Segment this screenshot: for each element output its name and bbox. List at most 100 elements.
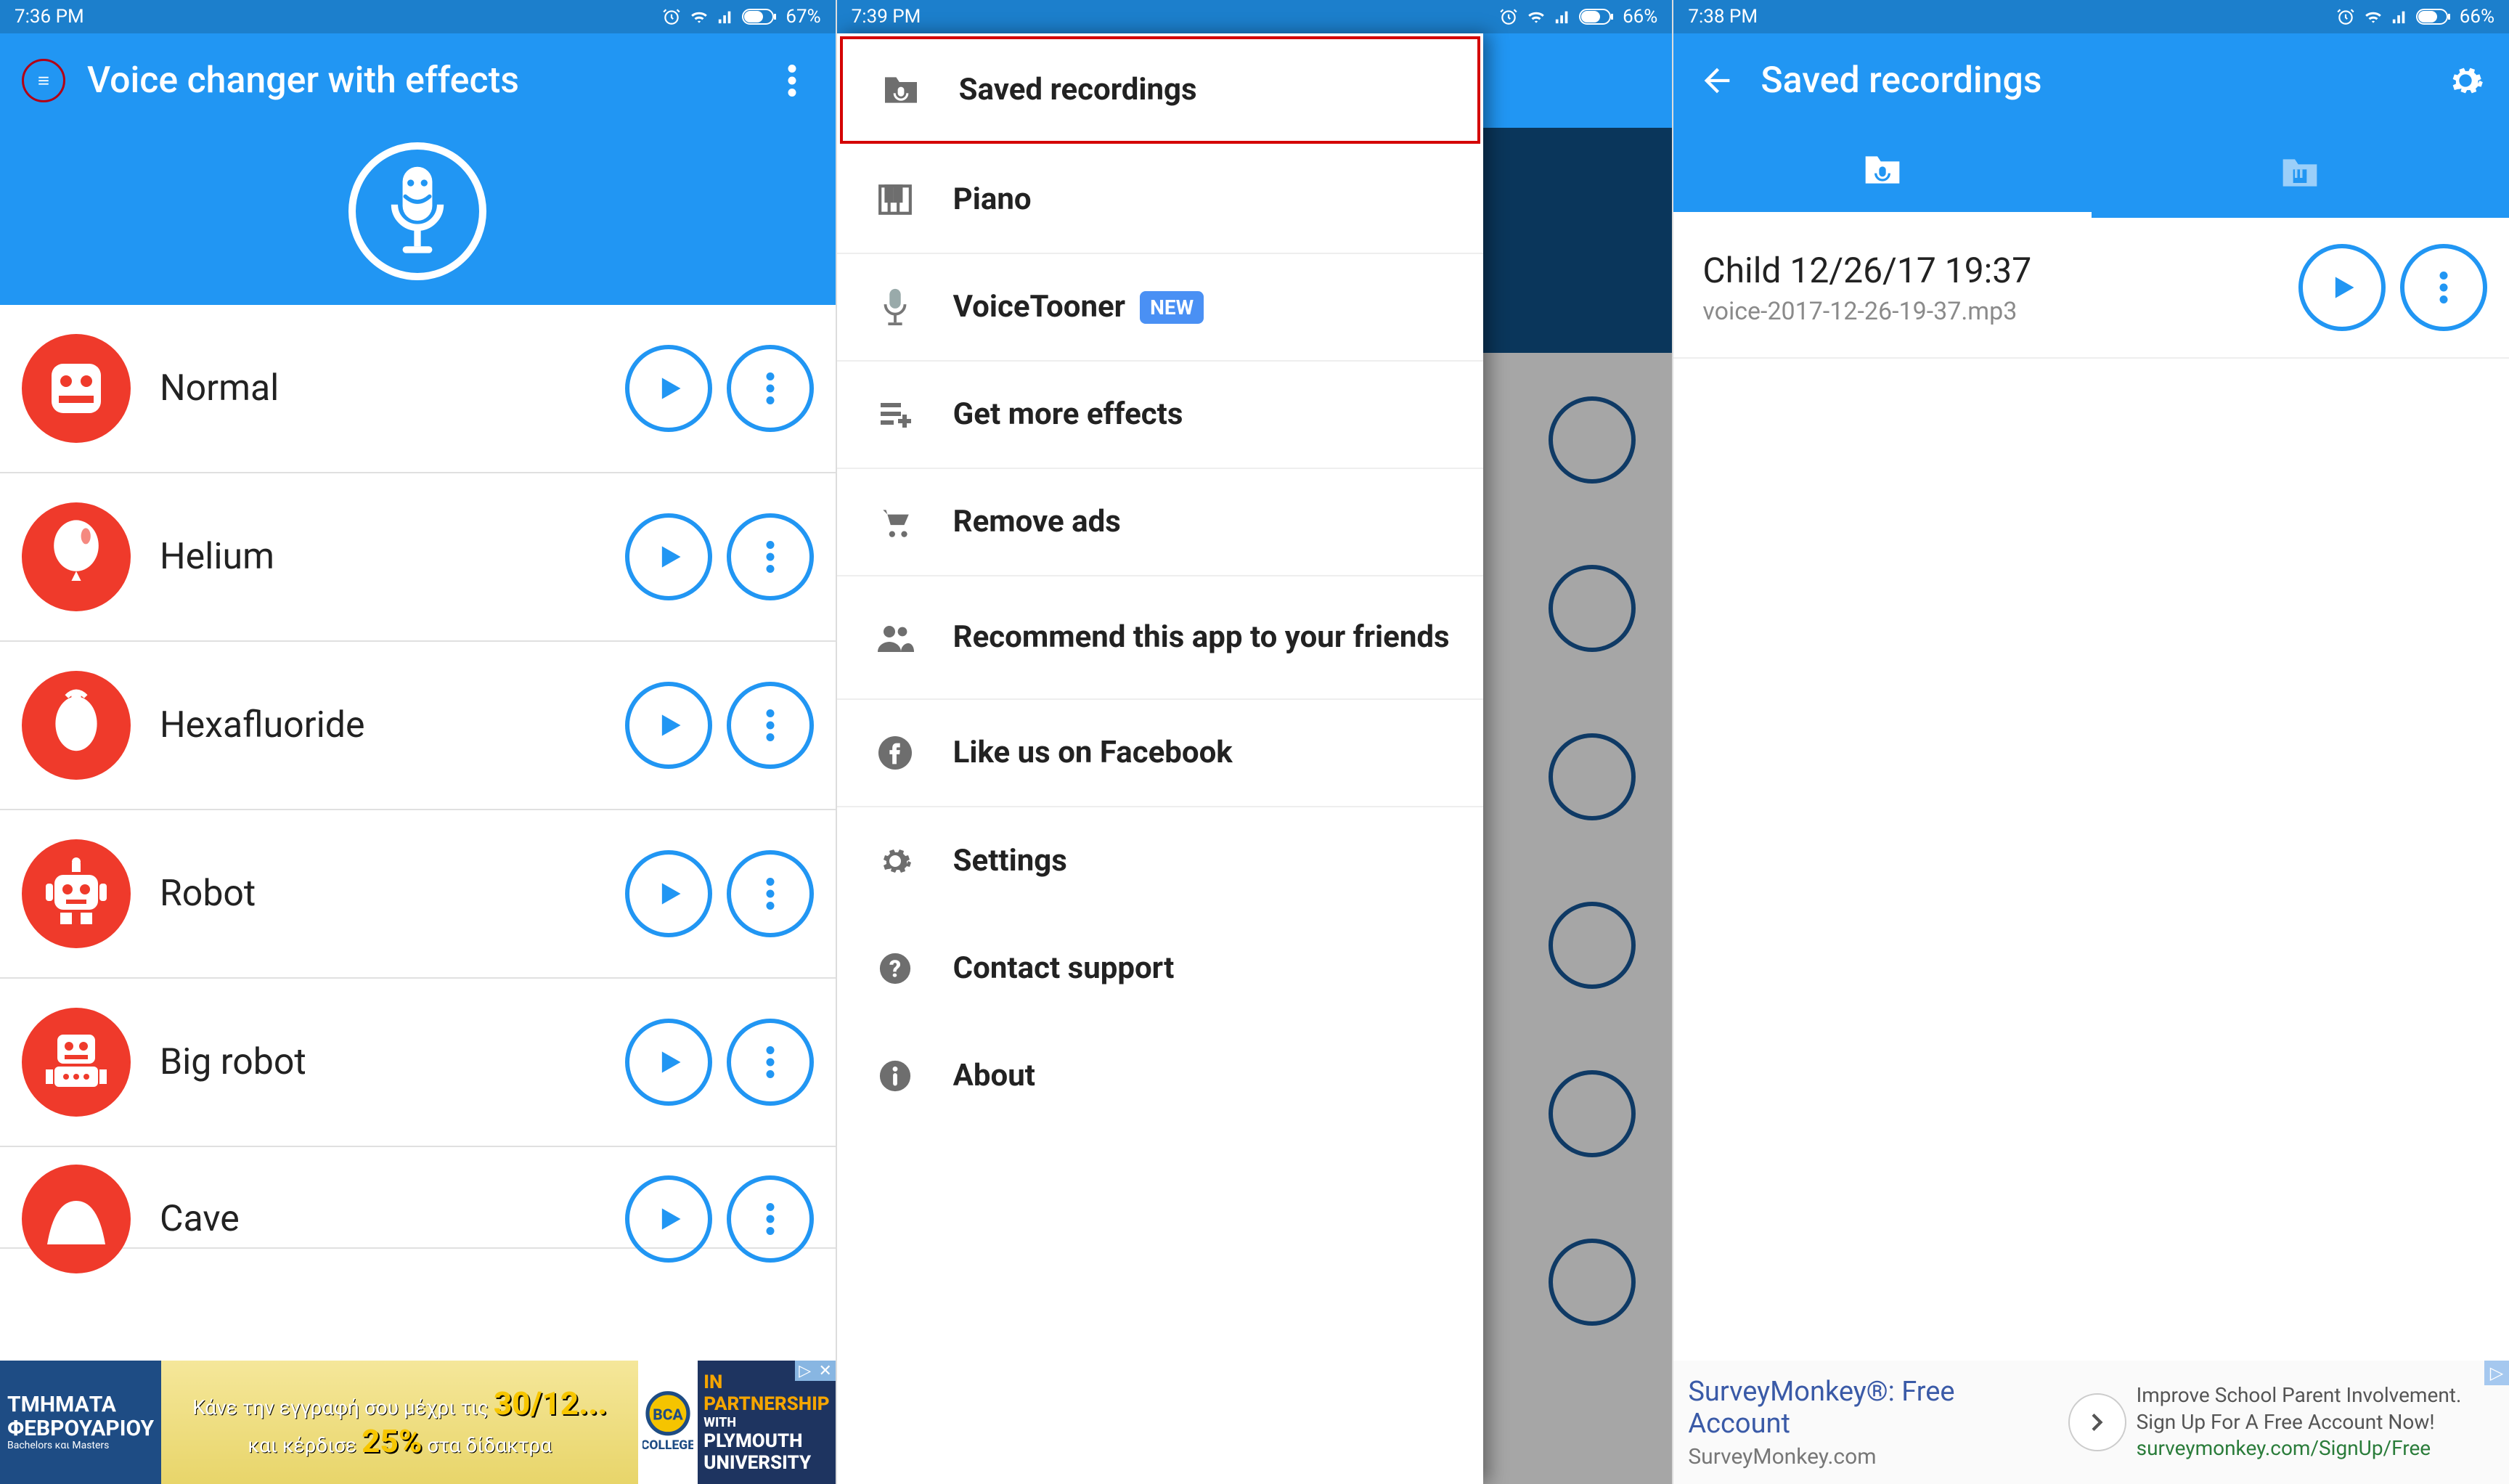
ad-text: PLYMOUTH	[703, 1430, 829, 1452]
effect-label: Big robot	[131, 1041, 611, 1083]
status-battery: 67%	[786, 6, 820, 28]
row-more-button[interactable]	[727, 513, 814, 600]
drawer-item-more-effects[interactable]: Get more effects	[837, 362, 1483, 469]
effect-icon-big-robot	[22, 1008, 131, 1117]
chevron-right-icon	[2084, 1409, 2110, 1435]
effect-row-hexafluoride[interactable]: Hexafluoride	[0, 642, 836, 810]
ad-left-block: ΤΜΗΜΑΤΑ ΦΕΒΡΟΥΑΡΙΟΥ Bachelors και Master…	[0, 1361, 161, 1484]
play-button[interactable]	[625, 1175, 712, 1263]
play-button[interactable]	[625, 682, 712, 769]
drawer-item-saved-recordings[interactable]: Saved recordings	[840, 36, 1480, 144]
effect-row-robot[interactable]: Robot	[0, 810, 836, 979]
alarm-icon	[2336, 7, 2355, 26]
back-button[interactable]	[1695, 59, 1739, 102]
effect-label: Robot	[131, 873, 611, 915]
arrow-back-icon	[1698, 62, 1736, 99]
ad-go-button[interactable]	[2068, 1393, 2126, 1451]
more-vert-icon	[766, 878, 775, 910]
menu-button[interactable]	[22, 59, 65, 102]
row-more-button[interactable]	[2400, 244, 2487, 331]
svg-text:?: ?	[889, 955, 900, 983]
app-bar: Voice changer with effects	[0, 33, 836, 128]
play-icon	[653, 1203, 685, 1235]
status-time: 7:39 PM	[852, 6, 921, 28]
play-button[interactable]	[2298, 244, 2386, 331]
more-vert-icon	[766, 372, 775, 404]
record-button[interactable]	[348, 142, 486, 280]
play-button[interactable]	[625, 1019, 712, 1106]
drawer-item-settings[interactable]: Settings	[837, 807, 1483, 915]
play-icon	[653, 878, 685, 910]
ad-text: UNIVERSITY	[703, 1452, 829, 1474]
drawer-item-facebook[interactable]: Like us on Facebook	[837, 700, 1483, 807]
drawer-label: About	[924, 1058, 1035, 1094]
play-button[interactable]	[625, 345, 712, 432]
screen-saved-recordings: 7:38 PM 66% Saved recordings Child 12/26…	[1672, 0, 2509, 1484]
recording-title: Child 12/26/17 19:37	[1702, 250, 2284, 291]
drawer-item-voicetooner[interactable]: VoiceTooner NEW	[837, 254, 1483, 362]
drawer-item-piano[interactable]: Piano	[837, 147, 1483, 254]
ad-college-logo: BCACOLLEGE	[638, 1361, 698, 1484]
drawer-item-about[interactable]: About	[837, 1022, 1483, 1130]
row-more-button[interactable]	[727, 345, 814, 432]
status-time: 7:38 PM	[1688, 6, 1758, 28]
drawer-label: Settings	[924, 843, 1067, 879]
ad-text: 30/12...	[494, 1385, 608, 1422]
drawer-item-recommend[interactable]: Recommend this app to your friends	[837, 576, 1483, 700]
drawer-label: Contact support	[924, 950, 1175, 987]
effect-row-helium[interactable]: Helium	[0, 473, 836, 642]
recording-row[interactable]: Child 12/26/17 19:37 voice-2017-12-26-19…	[1673, 218, 2509, 359]
alarm-icon	[662, 7, 681, 26]
status-bar: 7:38 PM 66%	[1673, 0, 2509, 33]
settings-button[interactable]	[2444, 59, 2487, 102]
drawer-item-support[interactable]: ? Contact support	[837, 915, 1483, 1022]
adchoices-icon[interactable]: ▷	[2484, 1361, 2509, 1385]
recording-filename: voice-2017-12-26-19-37.mp3	[1702, 297, 2284, 326]
ad-text: και κέρδισε	[248, 1433, 356, 1457]
overflow-button[interactable]	[770, 59, 814, 102]
effect-row-big-robot[interactable]: Big robot	[0, 979, 836, 1147]
effect-icon-cave	[22, 1165, 131, 1273]
screen-drawer: 7:39 PM 66% Voice changer with effects S…	[836, 0, 1673, 1484]
people-icon	[866, 623, 924, 652]
ad-text: PARTNERSHIP	[703, 1393, 829, 1415]
drawer-label: Like us on Facebook	[924, 735, 1233, 771]
row-more-button[interactable]	[727, 1019, 814, 1106]
effect-row-normal[interactable]: Normal	[0, 305, 836, 473]
play-icon	[653, 372, 685, 404]
tab-bar	[1673, 128, 2509, 218]
row-more-button[interactable]	[727, 682, 814, 769]
ad-text: Bachelors και Masters	[7, 1440, 154, 1451]
effect-icon-hexafluoride	[22, 671, 131, 780]
row-more-button[interactable]	[727, 850, 814, 937]
ad-body: Improve School Parent Involvement. Sign …	[2137, 1382, 2487, 1435]
playlist-add-icon	[866, 400, 924, 429]
more-vert-icon	[766, 1203, 775, 1235]
ad-text: Κάνε την εγγραφή σου μέχρι τις	[192, 1395, 489, 1419]
ad-close-icon[interactable]: ✕	[815, 1361, 836, 1381]
battery-icon	[1579, 9, 1614, 25]
tab-voice-recordings[interactable]	[1673, 128, 2091, 218]
drawer-item-remove-ads[interactable]: Remove ads	[837, 469, 1483, 576]
row-more-button[interactable]	[727, 1175, 814, 1263]
adchoices-icon[interactable]: ▷	[795, 1361, 815, 1381]
ad-banner[interactable]: ΤΜΗΜΑΤΑ ΦΕΒΡΟΥΑΡΙΟΥ Bachelors και Master…	[0, 1361, 836, 1484]
tab-piano-recordings[interactable]	[2092, 128, 2509, 218]
hamburger-icon	[37, 63, 50, 98]
more-vert-icon	[766, 709, 775, 741]
effect-label: Normal	[131, 367, 611, 409]
gear-icon	[2447, 62, 2484, 99]
gear-icon	[866, 844, 924, 878]
ad-banner[interactable]: SurveyMonkey®: Free Account SurveyMonkey…	[1673, 1361, 2509, 1484]
more-vert-icon	[2439, 272, 2448, 303]
ad-link: surveymonkey.com/SignUp/Free	[2137, 1435, 2487, 1461]
effects-list[interactable]: Normal Helium Hexafluoride Robot	[0, 305, 836, 1249]
battery-icon	[2416, 9, 2451, 25]
effect-row-cave[interactable]: Cave	[0, 1147, 836, 1249]
ad-text: ΦΕΒΡΟΥΑΡΙΟΥ	[7, 1416, 154, 1440]
ad-text: στα δίδακτρα	[427, 1433, 552, 1457]
play-button[interactable]	[625, 513, 712, 600]
effect-label: Hexafluoride	[131, 704, 611, 746]
play-button[interactable]	[625, 850, 712, 937]
folder-mic-icon	[1862, 152, 1903, 187]
